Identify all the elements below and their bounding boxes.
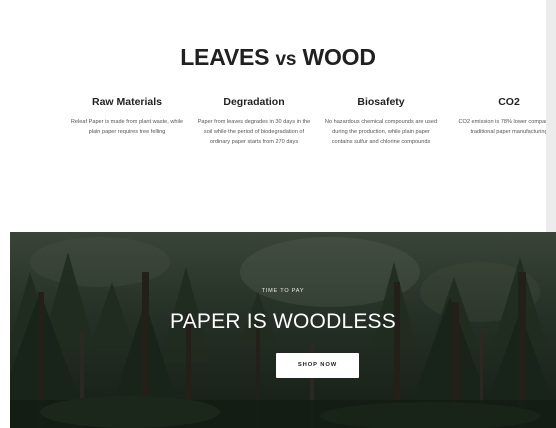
column-biosafety: Biosafety No hazardous chemical compound… [318,95,444,147]
title-vs: vs [275,49,297,70]
section-title: LEAVES vs WOOD [0,42,556,75]
column-degradation: Degradation Paper from leaves degrades i… [191,95,317,147]
column-raw-materials: Raw Materials Releaf Paper is made from … [64,95,190,137]
comparison-columns: Raw Materials Releaf Paper is made from … [64,95,556,205]
column-title: Raw Materials [91,96,163,108]
column-co2: CO2 CO2 emission is 78% lower compared t… [446,95,556,137]
title-leaves: LEAVES [180,44,270,70]
column-title: CO2 [498,96,520,108]
column-text: Releaf Paper is made from plant waste, w… [70,119,184,135]
hero-banner: TIME TO PAY PAPER IS WOODLESS SHOP NOW [10,232,556,428]
column-text: No hazardous chemical compounds are used… [324,119,438,145]
leaves-vs-wood-section: LEAVES vs WOOD Raw Materials Releaf Pape… [0,0,556,232]
page-edge-strip [546,0,556,232]
shop-now-button[interactable]: SHOP NOW [276,353,359,378]
hero-eyebrow: TIME TO PAY [261,288,305,294]
column-text: CO2 emission is 78% lower compared to tr… [458,119,556,135]
title-wood: WOOD [302,44,376,70]
column-text: Paper from leaves degrades in 30 days in… [197,119,311,145]
hero-title: PAPER IS WOODLESS [170,310,396,333]
column-title: Biosafety [357,96,405,108]
page: LEAVES vs WOOD Raw Materials Releaf Pape… [0,0,556,428]
column-title: Degradation [223,96,285,108]
